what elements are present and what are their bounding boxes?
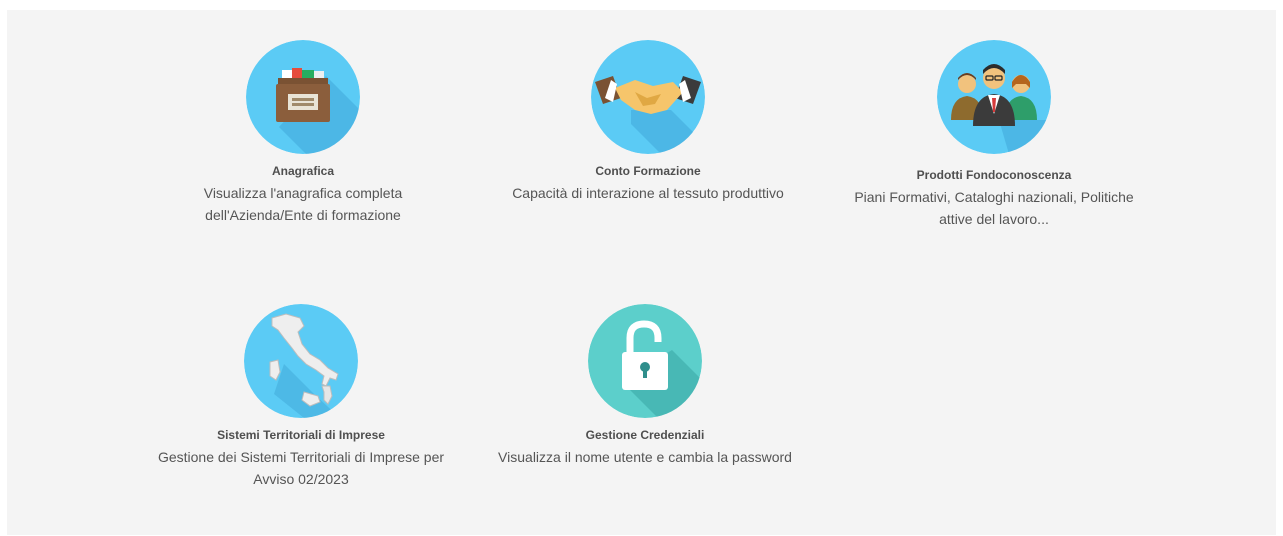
tile-prodotti-fondoconoscenza[interactable]: Prodotti Fondoconoscenza Piani Formativi… [834, 40, 1154, 230]
tile-sistemi-territoriali[interactable]: Sistemi Territoriali di Imprese Gestione… [141, 304, 461, 490]
description-line: Visualizza l'anagrafica completa [203, 185, 403, 201]
description-line: Piani Formativi, Cataloghi nazionali, Po… [854, 189, 1134, 205]
tile-anagrafica[interactable]: Anagrafica Visualizza l'anagrafica compl… [143, 40, 463, 226]
italy-map-icon[interactable] [244, 304, 358, 418]
tile-gestione-credenziali[interactable]: Gestione Credenziali Visualizza il nome … [485, 304, 805, 468]
tile-title[interactable]: Anagrafica [143, 163, 463, 179]
tile-description: Visualizza l'anagrafica completa dell'Az… [143, 182, 463, 226]
description-line: Visualizza il nome utente e cambia la pa… [498, 449, 792, 465]
description-line: Avviso 02/2023 [253, 471, 349, 487]
tile-title[interactable]: Gestione Credenziali [485, 427, 805, 443]
tile-title[interactable]: Sistemi Territoriali di Imprese [141, 427, 461, 443]
tile-description: Capacità di interazione al tessuto produ… [488, 182, 808, 204]
tile-title[interactable]: Prodotti Fondoconoscenza [834, 167, 1154, 183]
tile-conto-formazione[interactable]: Conto Formazione Capacità di interazione… [488, 40, 808, 204]
handshake-icon[interactable] [591, 40, 705, 154]
description-line: dell'Azienda/Ente di formazione [205, 207, 401, 223]
description-line: attive del lavoro... [939, 211, 1049, 227]
people-group-icon[interactable] [937, 40, 1051, 154]
padlock-icon[interactable] [588, 304, 702, 418]
archive-box-icon[interactable] [246, 40, 360, 154]
tile-title[interactable]: Conto Formazione [488, 163, 808, 179]
tile-description: Gestione dei Sistemi Territoriali di Imp… [141, 446, 461, 490]
tile-description: Piani Formativi, Cataloghi nazionali, Po… [834, 186, 1154, 230]
description-line: Capacità di interazione al tessuto produ… [512, 185, 784, 201]
tile-description: Visualizza il nome utente e cambia la pa… [485, 446, 805, 468]
description-line: Gestione dei Sistemi Territoriali di Imp… [157, 449, 445, 465]
